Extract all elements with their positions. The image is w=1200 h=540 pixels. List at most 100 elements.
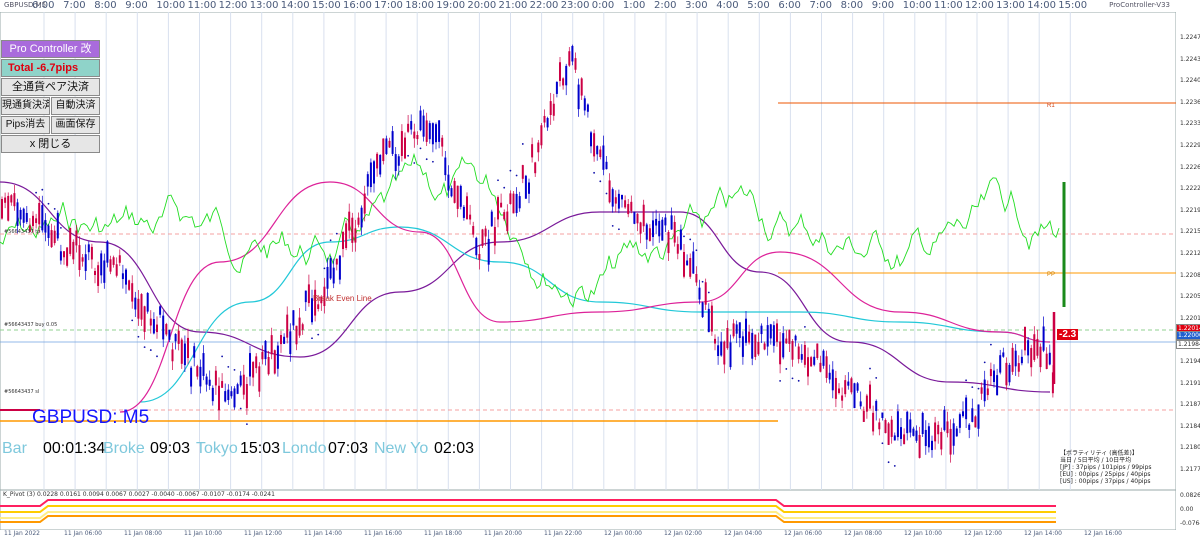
price-tick-label: 1.21945 xyxy=(1180,358,1200,365)
bar-countdown: 00:01:34 xyxy=(43,440,106,457)
time-tick-label: 16:00 xyxy=(343,0,372,11)
candle-body xyxy=(738,322,741,338)
date-tick-label: 12 Jan 06:00 xyxy=(784,530,822,537)
candle-body xyxy=(35,218,38,223)
broker-time: 09:03 xyxy=(150,440,191,457)
psar-dot xyxy=(785,368,788,370)
candle-body xyxy=(642,204,645,227)
candle-body xyxy=(87,244,90,253)
psar-dot xyxy=(503,186,506,189)
candle-body xyxy=(431,123,434,145)
candle-body xyxy=(4,197,7,203)
close-all-pairs-button[interactable]: 全通貨ペア決済 xyxy=(1,78,100,96)
candle-body xyxy=(543,115,546,123)
candle-body xyxy=(655,218,658,226)
candle-body xyxy=(763,343,766,350)
time-tick-label: 4:00 xyxy=(716,0,739,11)
candle-body xyxy=(273,350,276,374)
date-tick-label: 12 Jan 02:00 xyxy=(664,530,702,537)
candle-body xyxy=(509,193,512,204)
candle-body xyxy=(903,434,906,445)
time-tick-label: 6:00 xyxy=(778,0,801,11)
close-current-pair-button[interactable]: 現通貨決済 xyxy=(1,97,50,115)
candle-body xyxy=(490,211,493,227)
candle-body xyxy=(664,217,667,226)
candle-body xyxy=(617,193,620,209)
candle-body xyxy=(143,306,146,332)
price-tick-label: 1.22225 xyxy=(1180,185,1200,193)
candle-body xyxy=(295,325,298,345)
candle-body xyxy=(1039,346,1042,368)
candle-body xyxy=(782,333,785,358)
candle-body xyxy=(90,246,93,260)
psar-dot xyxy=(521,143,524,145)
candle-body xyxy=(949,428,952,455)
candle-body xyxy=(63,251,65,258)
save-screen-button[interactable]: 画面保存 xyxy=(51,116,100,134)
candle-body xyxy=(214,370,217,386)
candle-body xyxy=(137,298,140,319)
candle-body xyxy=(369,162,372,188)
candle-body xyxy=(658,220,661,237)
candle-body xyxy=(7,195,10,221)
candle-body xyxy=(351,217,354,243)
psar-dot xyxy=(221,355,224,358)
candle-body xyxy=(112,257,115,265)
date-tick-label: 11 Jan 14:00 xyxy=(304,530,342,537)
session-clock-row: Bar 00:01:34 Broke 09:03 Tokyo 15:03 Lon… xyxy=(2,440,562,462)
clear-pips-button[interactable]: Pips消去 xyxy=(1,116,50,134)
candle-body xyxy=(152,319,155,334)
candle-body xyxy=(304,290,307,303)
candle-body xyxy=(751,332,754,359)
date-tick-label: 11 Jan 2022 xyxy=(4,530,40,537)
candle-body xyxy=(25,212,28,222)
candle-body xyxy=(125,269,127,285)
candle-body xyxy=(720,341,723,356)
candle-body xyxy=(56,212,59,239)
candle-body xyxy=(199,366,202,387)
close-panel-button[interactable]: x 閉じる xyxy=(1,135,100,153)
candle-body xyxy=(307,284,310,304)
candle-body xyxy=(286,314,289,338)
candle-body xyxy=(190,367,193,387)
candle-body xyxy=(583,98,586,111)
psar-dot xyxy=(509,169,512,172)
candle-body xyxy=(472,226,475,235)
price-tick-label: 1.21875 xyxy=(1180,401,1200,409)
candle-body xyxy=(537,142,540,153)
price-marker-ask-price: 1.21984 xyxy=(1176,340,1200,349)
candle-body xyxy=(776,323,778,342)
candle-body xyxy=(75,230,78,246)
candle-body xyxy=(850,378,853,393)
candle-body xyxy=(193,346,196,358)
candle-body xyxy=(211,387,214,402)
candle-body xyxy=(453,180,456,203)
candle-body xyxy=(177,330,180,344)
candle-body xyxy=(546,118,549,128)
candle-body xyxy=(425,120,428,142)
candle-body xyxy=(785,338,788,344)
candle-body xyxy=(689,258,692,277)
candle-body xyxy=(239,375,242,386)
candle-body xyxy=(487,238,490,265)
candle-body xyxy=(568,51,571,66)
auto-close-button[interactable]: 自動決済 xyxy=(51,97,100,115)
candle-body xyxy=(565,65,568,86)
price-chart[interactable] xyxy=(0,12,1176,490)
candle-body xyxy=(366,174,369,187)
candle-body xyxy=(497,197,499,220)
candle-body xyxy=(1020,356,1023,364)
psar-dot xyxy=(797,379,800,382)
candle-body xyxy=(249,353,251,377)
candle-body xyxy=(1011,347,1014,372)
candle-body xyxy=(1042,326,1045,351)
candle-body xyxy=(896,411,899,438)
london-label: Londo xyxy=(282,440,327,457)
candle-body xyxy=(149,318,152,326)
candle-body xyxy=(741,336,744,357)
date-tick-label: 11 Jan 08:00 xyxy=(124,530,162,537)
candle-body xyxy=(270,335,273,355)
candle-body xyxy=(109,259,112,272)
time-tick-label: 21:00 xyxy=(498,0,528,11)
psar-dot xyxy=(329,239,332,242)
